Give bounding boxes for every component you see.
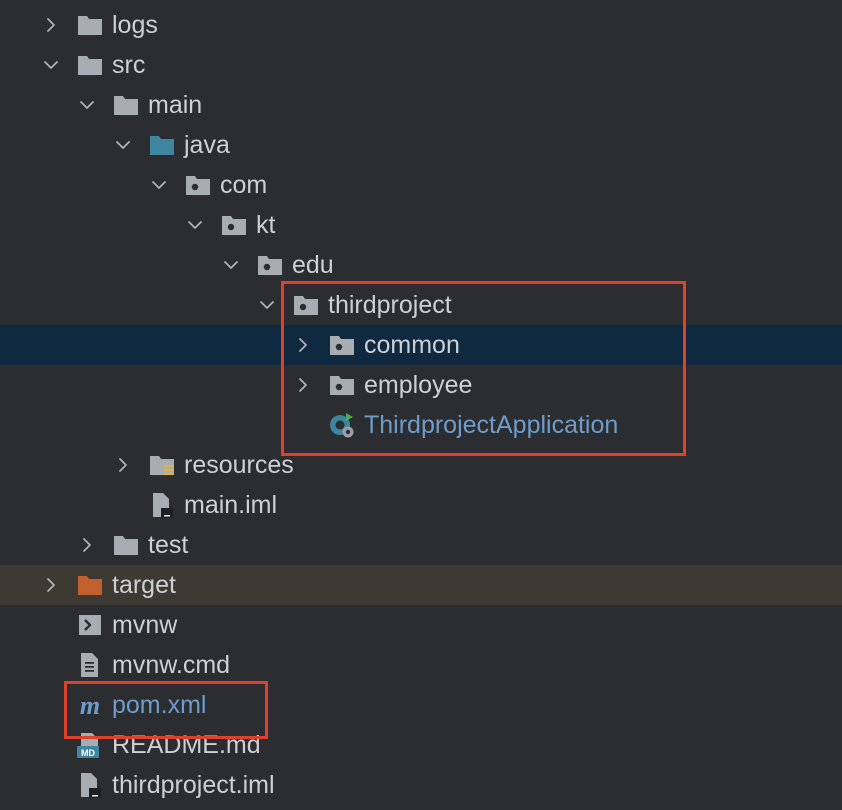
tree-item-label: mvnw.cmd: [112, 651, 231, 679]
tree-item-label: test: [148, 531, 189, 559]
tree-item-label: target: [112, 571, 176, 599]
folder-icon: [112, 531, 140, 559]
shell-script-icon: [76, 611, 104, 639]
tree-item-logs[interactable]: logs: [0, 5, 842, 45]
tree-item-label: mvnw: [112, 611, 178, 639]
tree-item-label: common: [364, 331, 460, 359]
tree-item-pom-xml[interactable]: m pom.xml: [0, 685, 842, 725]
excluded-folder-icon: [76, 571, 104, 599]
tree-item-label: java: [184, 131, 230, 159]
package-icon: [184, 171, 212, 199]
tree-item-thirdproject-iml[interactable]: thirdproject.iml: [0, 765, 842, 805]
tree-item-label: main.iml: [184, 491, 278, 519]
tree-item-com[interactable]: com: [0, 165, 842, 205]
tree-item-label: pom.xml: [112, 691, 207, 719]
spring-boot-class-icon: [328, 411, 356, 439]
chevron-down-icon[interactable]: [40, 54, 62, 76]
svg-text:m: m: [80, 691, 100, 719]
tree-item-kt[interactable]: kt: [0, 205, 842, 245]
tree-item-main-iml[interactable]: main.iml: [0, 485, 842, 525]
tree-item-test[interactable]: test: [0, 525, 842, 565]
tree-item-mvnw[interactable]: mvnw: [0, 605, 842, 645]
tree-item-edu[interactable]: edu: [0, 245, 842, 285]
chevron-down-icon[interactable]: [256, 294, 278, 316]
tree-item-label: README.md: [112, 731, 261, 759]
tree-item-thirdprojectapplication[interactable]: ThirdprojectApplication: [0, 405, 842, 445]
maven-icon: m: [76, 691, 104, 719]
tree-item-label: com: [220, 171, 268, 199]
chevron-right-icon[interactable]: [112, 454, 134, 476]
package-icon: [220, 211, 248, 239]
chevron-down-icon[interactable]: [148, 174, 170, 196]
tree-item-label: ThirdprojectApplication: [364, 411, 619, 439]
markdown-file-icon: MD: [76, 731, 104, 759]
chevron-right-icon[interactable]: [292, 334, 314, 356]
tree-item-target[interactable]: target: [0, 565, 842, 605]
chevron-right-icon[interactable]: [292, 374, 314, 396]
tree-item-label: src: [112, 51, 146, 79]
project-tree: logs src main java com kt edu thirdproject commo…: [0, 0, 842, 810]
tree-item-common[interactable]: common: [0, 325, 842, 365]
tree-item-thirdproject[interactable]: thirdproject: [0, 285, 842, 325]
tree-item-main[interactable]: main: [0, 85, 842, 125]
svg-text:MD: MD: [81, 748, 95, 758]
iml-file-icon: [148, 491, 176, 519]
text-file-icon: [76, 651, 104, 679]
package-icon: [256, 251, 284, 279]
source-folder-icon: [148, 131, 176, 159]
chevron-right-icon[interactable]: [76, 534, 98, 556]
folder-icon: [112, 91, 140, 119]
tree-item-label: logs: [112, 11, 158, 39]
tree-item-java[interactable]: java: [0, 125, 842, 165]
iml-file-icon: [76, 771, 104, 799]
chevron-down-icon[interactable]: [76, 94, 98, 116]
chevron-right-icon[interactable]: [40, 574, 62, 596]
tree-item-label: kt: [256, 211, 276, 239]
resources-folder-icon: [148, 451, 176, 479]
tree-item-readme-md[interactable]: MD README.md: [0, 725, 842, 765]
tree-item-label: main: [148, 91, 203, 119]
tree-item-label: resources: [184, 451, 294, 479]
folder-icon: [76, 51, 104, 79]
package-icon: [328, 371, 356, 399]
tree-item-label: thirdproject.iml: [112, 771, 275, 799]
tree-item-resources[interactable]: resources: [0, 445, 842, 485]
chevron-down-icon[interactable]: [184, 214, 206, 236]
package-icon: [292, 291, 320, 319]
tree-item-label: thirdproject: [328, 291, 452, 319]
tree-item-src[interactable]: src: [0, 45, 842, 85]
tree-item-employee[interactable]: employee: [0, 365, 842, 405]
tree-item-label: employee: [364, 371, 473, 399]
chevron-down-icon[interactable]: [220, 254, 242, 276]
chevron-right-icon[interactable]: [40, 14, 62, 36]
chevron-down-icon[interactable]: [112, 134, 134, 156]
package-icon: [328, 331, 356, 359]
tree-item-mvnw-cmd[interactable]: mvnw.cmd: [0, 645, 842, 685]
folder-icon: [76, 11, 104, 39]
tree-item-label: edu: [292, 251, 334, 279]
